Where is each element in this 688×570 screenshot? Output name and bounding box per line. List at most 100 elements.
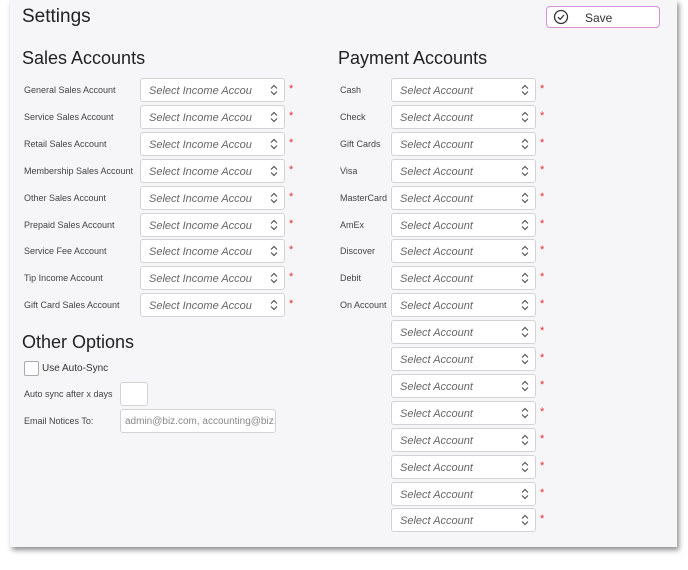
auto-sync-days-input[interactable] xyxy=(120,382,148,406)
select-placeholder: Select Account xyxy=(400,219,473,232)
chevron-updown-icon xyxy=(521,326,529,338)
payment-account-select[interactable]: Select Account xyxy=(391,293,536,318)
required-marker: * xyxy=(289,217,294,230)
select-placeholder: Select Income Account xyxy=(149,111,262,124)
auto-sync-days-label: Auto sync after x days xyxy=(24,389,113,399)
chevron-updown-icon xyxy=(521,461,529,472)
select-placeholder: Select Income Account xyxy=(149,165,262,178)
required-marker: * xyxy=(289,83,294,95)
payment-account-select[interactable]: Select Account xyxy=(391,212,536,237)
sales-row-label: Service Sales Account xyxy=(24,111,114,122)
payment-row-label: Visa xyxy=(340,165,358,176)
required-marker: * xyxy=(540,513,545,526)
auto-sync-checkbox[interactable] xyxy=(24,361,39,376)
select-placeholder: Select Account xyxy=(400,300,473,313)
sales-account-select[interactable]: Select Income Account xyxy=(140,131,285,156)
chevron-updown-icon xyxy=(521,219,529,230)
chevron-updown-icon xyxy=(521,111,529,123)
payment-account-select[interactable]: Select Account xyxy=(391,185,536,210)
sales-row-label: Prepaid Sales Account xyxy=(24,219,115,230)
chevron-updown-icon xyxy=(521,353,529,365)
payment-account-select[interactable]: Select Account xyxy=(391,481,536,506)
payment-row-label: Gift Cards xyxy=(340,138,381,149)
chevron-updown-icon xyxy=(521,488,529,499)
select-placeholder: Select Account xyxy=(400,380,473,393)
save-button-label: Save xyxy=(585,11,613,25)
sales-account-select[interactable]: Select Income Account xyxy=(140,185,285,210)
payment-account-select[interactable]: Select Account xyxy=(391,454,536,479)
select-placeholder: Select Income Account xyxy=(149,273,262,286)
auto-sync-label: Use Auto-Sync xyxy=(42,363,109,374)
select-placeholder: Select Account xyxy=(400,354,473,366)
chevron-updown-icon xyxy=(521,246,529,257)
chevron-updown-icon xyxy=(521,272,529,284)
payment-account-select[interactable]: Select Account xyxy=(391,266,536,291)
select-placeholder: Select Account xyxy=(400,138,473,151)
payment-account-select[interactable]: Select Account xyxy=(391,78,536,102)
select-placeholder: Select Income Account xyxy=(149,300,262,313)
chevron-updown-icon xyxy=(521,299,529,311)
sales-account-select[interactable]: Select Income Account xyxy=(140,293,285,318)
payment-account-select[interactable]: Select Account xyxy=(391,347,536,371)
payment-row-label: Check xyxy=(340,111,366,122)
chevron-updown-icon xyxy=(521,84,529,96)
payment-account-select[interactable]: Select Account xyxy=(391,427,536,452)
sales-row-label: General Sales Account xyxy=(24,85,116,95)
chevron-updown-icon xyxy=(521,165,529,177)
required-marker: * xyxy=(540,109,545,122)
required-marker: * xyxy=(540,352,545,364)
payment-accounts-heading: Payment Accounts xyxy=(338,48,488,68)
chevron-updown-icon xyxy=(521,434,529,446)
payment-row-label: On Account xyxy=(340,300,387,311)
select-placeholder: Select Account xyxy=(400,327,473,340)
payment-account-select[interactable]: Select Account xyxy=(391,104,536,129)
payment-account-select[interactable]: Select Account xyxy=(391,239,536,264)
chevron-updown-icon xyxy=(521,192,529,203)
select-placeholder: Select Income Account xyxy=(149,219,262,232)
email-notices-input[interactable]: admin@biz.com, accounting@biz.com xyxy=(120,409,276,433)
required-marker: * xyxy=(540,217,545,230)
sales-accounts-heading: Sales Accounts xyxy=(22,48,146,68)
email-notices-label: Email Notices To: xyxy=(24,416,94,426)
payment-account-select[interactable]: Select Account xyxy=(391,320,536,345)
select-placeholder: Select Account xyxy=(400,515,473,528)
sales-account-select[interactable]: Select Income Account xyxy=(140,158,285,183)
payment-account-select[interactable]: Select Account xyxy=(391,508,536,533)
required-marker: * xyxy=(289,271,294,284)
payment-row-label: MasterCard xyxy=(340,192,388,203)
check-circle-icon xyxy=(553,9,569,25)
required-marker: * xyxy=(289,244,294,257)
chevron-updown-icon xyxy=(521,380,529,392)
required-marker: * xyxy=(289,298,294,311)
select-placeholder: Select Account xyxy=(400,434,473,447)
required-marker: * xyxy=(540,459,545,472)
payment-account-select[interactable]: Select Account xyxy=(391,373,536,398)
sales-account-select[interactable]: Select Income Account xyxy=(140,266,285,291)
select-placeholder: Select Income Account xyxy=(149,246,262,259)
required-marker: * xyxy=(540,325,545,338)
select-placeholder: Select Account xyxy=(400,246,473,259)
sales-account-select[interactable]: Select Income Account xyxy=(140,104,285,129)
required-marker: * xyxy=(540,378,545,391)
required-marker: * xyxy=(540,190,545,203)
chevron-updown-icon xyxy=(270,246,278,257)
required-marker: * xyxy=(540,244,545,257)
sales-row-label: Gift Card Sales Account xyxy=(24,300,120,311)
chevron-updown-icon xyxy=(270,111,278,123)
select-placeholder: Select Account xyxy=(400,85,473,97)
required-marker: * xyxy=(540,486,545,499)
required-marker: * xyxy=(540,405,545,418)
sales-account-select[interactable]: Select Income Account xyxy=(140,239,285,264)
payment-account-select[interactable]: Select Account xyxy=(391,158,536,183)
sales-account-select[interactable]: Select Income Account xyxy=(140,78,285,102)
chevron-updown-icon xyxy=(521,138,529,150)
sales-row-label: Tip Income Account xyxy=(24,273,103,284)
payment-account-select[interactable]: Select Account xyxy=(391,400,536,425)
save-button[interactable]: Save xyxy=(546,6,660,28)
sales-account-select[interactable]: Select Income Account xyxy=(140,212,285,237)
chevron-updown-icon xyxy=(270,138,278,150)
required-marker: * xyxy=(540,298,545,311)
payment-account-select[interactable]: Select Account xyxy=(391,131,536,156)
sales-row-label: Retail Sales Account xyxy=(24,138,107,149)
chevron-updown-icon xyxy=(270,299,278,311)
